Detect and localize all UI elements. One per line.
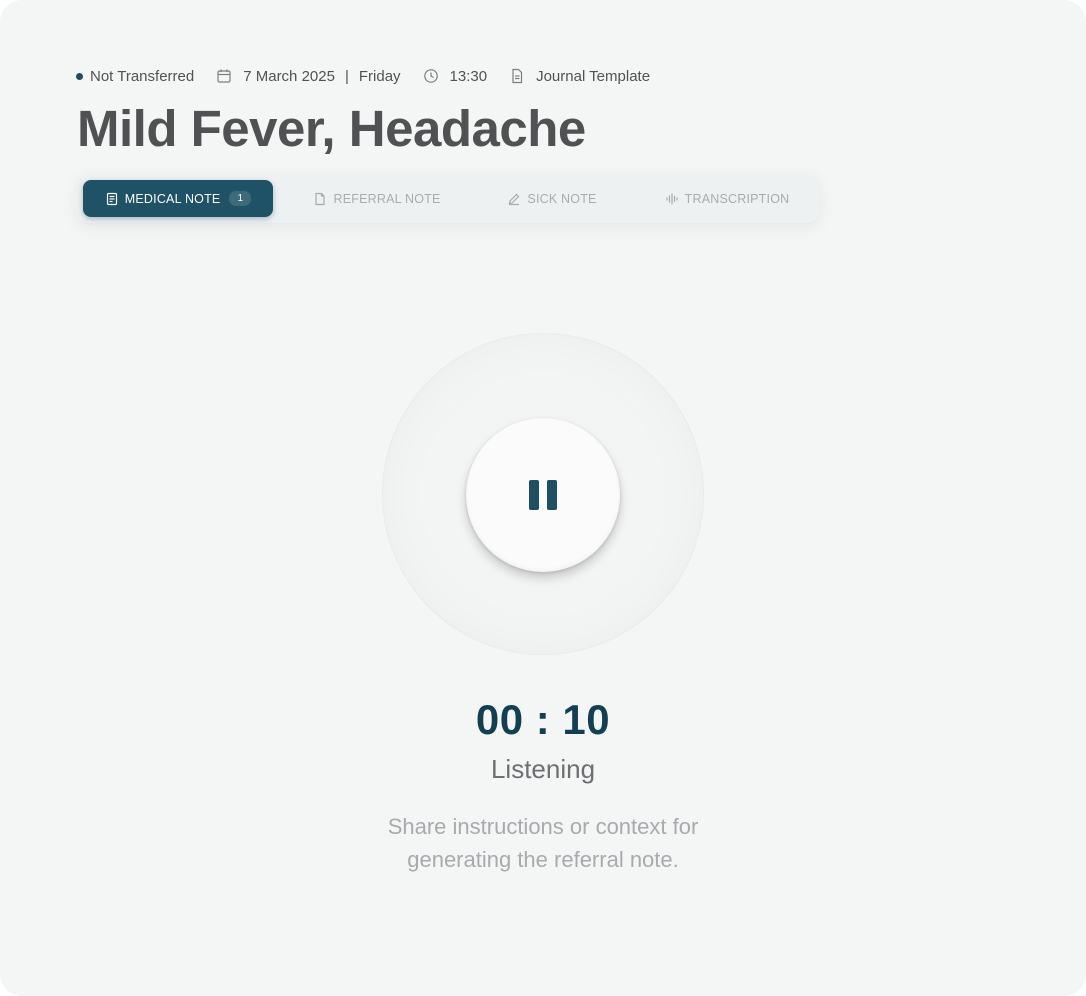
tab-transcription-label: TRANSCRIPTION bbox=[684, 191, 790, 206]
pause-icon bbox=[547, 480, 557, 510]
document-icon bbox=[508, 67, 526, 85]
recording-timer: 00 : 10 bbox=[475, 696, 611, 743]
pause-recording-button[interactable] bbox=[466, 418, 620, 572]
document-icon bbox=[313, 192, 327, 206]
time-info: 13:30 bbox=[422, 67, 488, 85]
note-tabs: MEDICAL NOTE 1 REFERRAL NOTE SICK NOTE T… bbox=[77, 175, 819, 223]
clipboard-note-icon bbox=[105, 192, 119, 206]
time-label: 13:30 bbox=[449, 67, 488, 85]
tab-medical-note-label: MEDICAL NOTE bbox=[124, 191, 221, 206]
date-info: 7 March 2025 | Friday bbox=[215, 67, 401, 85]
pause-icon bbox=[529, 480, 539, 510]
recording-hint-line-1: Share instructions or context for bbox=[387, 814, 699, 839]
page-title: Mild Fever, Headache bbox=[77, 100, 586, 157]
tab-medical-note-badge: 1 bbox=[229, 191, 252, 206]
date-label: 7 March 2025 bbox=[243, 67, 335, 85]
recording-status: Listening bbox=[490, 754, 596, 784]
date-separator: | bbox=[344, 67, 349, 85]
clock-icon bbox=[422, 67, 440, 85]
recording-card: Not Transferred 7 March 2025 | Friday 13… bbox=[0, 0, 1086, 996]
recording-hint: Share instructions or context for genera… bbox=[343, 810, 743, 876]
template-label: Journal Template bbox=[536, 67, 651, 85]
tab-medical-note[interactable]: MEDICAL NOTE 1 bbox=[83, 180, 273, 217]
tab-referral-note-label: REFERRAL NOTE bbox=[333, 191, 441, 206]
weekday-label: Friday bbox=[358, 67, 401, 85]
status-dot-icon bbox=[76, 72, 83, 80]
tab-sick-note-label: SICK NOTE bbox=[527, 191, 597, 206]
transfer-status-label: Not Transferred bbox=[90, 67, 195, 85]
waveform-icon bbox=[665, 192, 679, 206]
note-meta-row: Not Transferred 7 March 2025 | Friday 13… bbox=[76, 66, 650, 86]
tab-sick-note[interactable]: SICK NOTE bbox=[497, 180, 607, 217]
tab-referral-note[interactable]: REFERRAL NOTE bbox=[307, 180, 447, 217]
pencil-icon bbox=[507, 192, 521, 206]
transfer-status: Not Transferred bbox=[76, 68, 194, 85]
template-info[interactable]: Journal Template bbox=[508, 67, 650, 85]
tab-transcription[interactable]: TRANSCRIPTION bbox=[657, 180, 797, 217]
calendar-icon bbox=[215, 67, 233, 85]
recording-hint-line-2: generating the referral note. bbox=[407, 847, 679, 872]
